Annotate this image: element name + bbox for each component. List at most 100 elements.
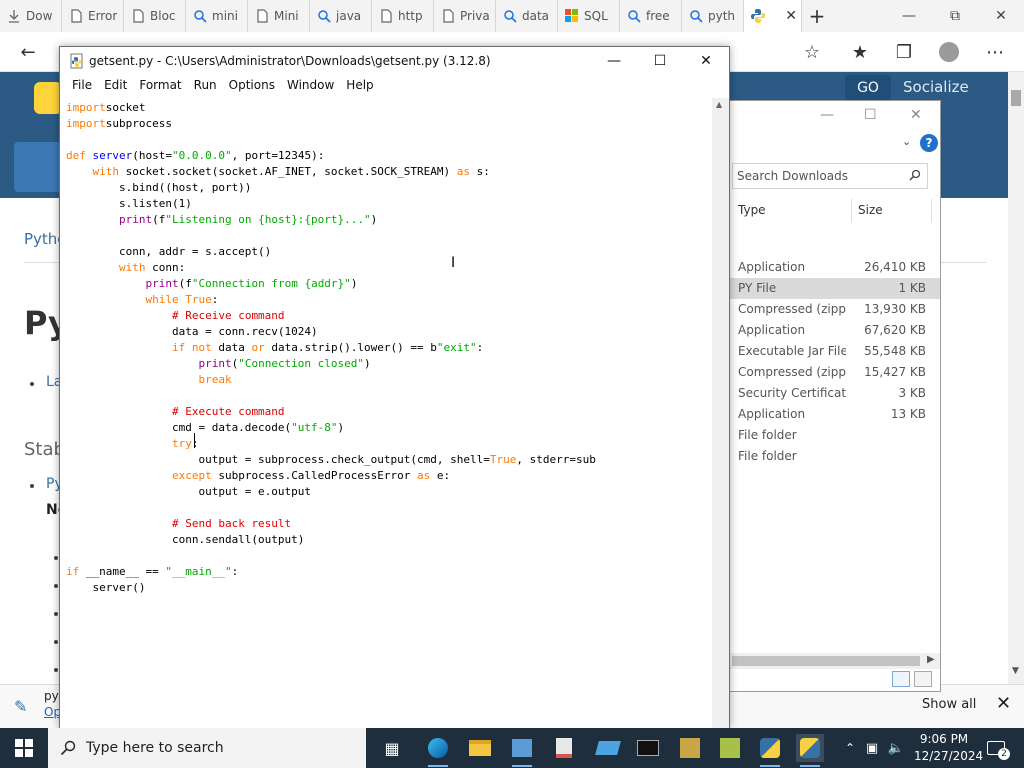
column-type-header[interactable]: Type bbox=[738, 203, 766, 217]
scroll-down-arrow[interactable]: ▼ bbox=[1012, 666, 1019, 676]
horizontal-scrollbar[interactable]: ▶ bbox=[730, 653, 940, 669]
close-window-button[interactable]: ✕ bbox=[978, 0, 1024, 32]
go-button[interactable]: GO bbox=[845, 75, 891, 101]
tab-7[interactable]: Priva bbox=[434, 0, 496, 32]
maximize-button[interactable]: ☐ bbox=[864, 107, 877, 123]
close-window-button[interactable]: ✕ bbox=[691, 51, 721, 71]
details-view-button[interactable] bbox=[892, 671, 910, 687]
menu-run[interactable]: Run bbox=[188, 75, 223, 97]
menu-options[interactable]: Options bbox=[223, 75, 281, 97]
list-item[interactable]: Compressed (zipp... 15,427 KB bbox=[730, 362, 940, 383]
list-item[interactable]: Security Certificate 3 KB bbox=[730, 383, 940, 404]
notification-icon[interactable]: 2 bbox=[982, 734, 1010, 762]
close-window-button[interactable]: ✕ bbox=[910, 107, 922, 123]
tab-2[interactable]: Bloc bbox=[124, 0, 186, 32]
favorites-icon[interactable]: ★ bbox=[846, 38, 874, 66]
remote-desktop-icon[interactable] bbox=[594, 734, 622, 762]
tab-6[interactable]: http bbox=[372, 0, 434, 32]
windows-icon bbox=[15, 739, 33, 757]
code-token: (f bbox=[178, 277, 192, 290]
tab-8[interactable]: data bbox=[496, 0, 558, 32]
code-line: print("Connection closed") bbox=[66, 356, 712, 372]
notification-count: 2 bbox=[998, 748, 1010, 760]
search-icon bbox=[60, 740, 76, 756]
menu-help[interactable]: Help bbox=[340, 75, 379, 97]
java-icon[interactable] bbox=[550, 734, 578, 762]
menu-format[interactable]: Format bbox=[133, 75, 187, 97]
clock-date: 12/27/2024 bbox=[914, 749, 984, 763]
system-clock[interactable]: 9:06 PM 12/27/2024 bbox=[914, 731, 984, 765]
back-arrow-icon[interactable]: ← bbox=[14, 38, 42, 66]
minimize-button[interactable]: — bbox=[599, 51, 629, 71]
star-icon[interactable]: ☆ bbox=[798, 38, 826, 66]
code-editor[interactable]: importsocket importsubprocess def server(h… bbox=[60, 98, 712, 728]
list-item[interactable]: PY File 1 KB bbox=[730, 278, 940, 299]
code-line: def server(host="0.0.0.0", port=12345): bbox=[66, 148, 712, 164]
explorer-window-icon[interactable] bbox=[508, 734, 536, 767]
volume-icon[interactable]: 🔈 bbox=[882, 734, 910, 762]
edge-icon[interactable] bbox=[424, 734, 452, 767]
tab-3[interactable]: mini bbox=[186, 0, 248, 32]
menu-window[interactable]: Window bbox=[281, 75, 340, 97]
minimize-button[interactable]: — bbox=[820, 107, 834, 123]
restore-button[interactable]: ⧉ bbox=[932, 0, 978, 32]
tab-active-python[interactable]: ✕ bbox=[744, 0, 802, 32]
file-size: 13,930 KB bbox=[864, 302, 926, 316]
file-size: 3 KB bbox=[898, 386, 926, 400]
socialize-link[interactable]: Socialize bbox=[903, 78, 969, 96]
list-item[interactable]: File folder bbox=[730, 425, 940, 446]
list-item[interactable]: Application 13 KB bbox=[730, 404, 940, 425]
code-line: if __name__ == "__main__": bbox=[66, 564, 712, 580]
view-toggle bbox=[892, 671, 932, 687]
tab-10[interactable]: free bbox=[620, 0, 682, 32]
close-icon[interactable]: ✕ bbox=[785, 8, 797, 24]
list-item[interactable]: Executable Jar File 55,548 KB bbox=[730, 341, 940, 362]
collections-icon[interactable]: ❐ bbox=[890, 38, 918, 66]
tab-1[interactable]: Error bbox=[62, 0, 124, 32]
new-tab-button[interactable]: + bbox=[802, 1, 832, 31]
maximize-button[interactable]: ☐ bbox=[645, 51, 675, 71]
list-item[interactable]: Compressed (zipp... 13,930 KB bbox=[730, 299, 940, 320]
browser-window-controls: — ⧉ ✕ bbox=[886, 0, 1024, 32]
python-editor-taskbar-icon[interactable] bbox=[796, 734, 824, 767]
file-explorer-icon[interactable] bbox=[466, 734, 494, 762]
tab-5[interactable]: java bbox=[310, 0, 372, 32]
tab-9[interactable]: SQL bbox=[558, 0, 620, 32]
editor-scrollbar[interactable]: ▲ bbox=[712, 98, 729, 728]
list-item[interactable]: File folder bbox=[730, 446, 940, 467]
terminal-icon[interactable] bbox=[634, 734, 662, 762]
menu-file[interactable]: File bbox=[66, 75, 98, 97]
code-token: try bbox=[171, 437, 192, 450]
help-icon[interactable]: ? bbox=[920, 134, 938, 152]
python-idle-icon[interactable] bbox=[756, 734, 784, 767]
large-icons-view-button[interactable] bbox=[914, 671, 932, 687]
archive-icon-2[interactable] bbox=[716, 734, 744, 762]
page-scrollbar[interactable] bbox=[1008, 72, 1024, 684]
taskbar-search-input[interactable]: Type here to search bbox=[48, 728, 366, 768]
more-options-icon[interactable]: ⋯ bbox=[981, 38, 1009, 66]
start-button[interactable] bbox=[0, 728, 48, 768]
chevron-down-icon[interactable]: ⌄ bbox=[902, 135, 911, 148]
close-icon[interactable]: ✕ bbox=[996, 693, 1011, 714]
minimize-button[interactable]: — bbox=[886, 0, 932, 32]
profile-avatar[interactable] bbox=[935, 38, 963, 66]
code-line: conn, addr = s.accept() bbox=[66, 244, 712, 260]
code-token: "utf-8" bbox=[291, 421, 338, 434]
file-type: Executable Jar File bbox=[738, 344, 846, 358]
show-all-button[interactable]: Show all bbox=[922, 697, 976, 712]
menu-edit[interactable]: Edit bbox=[98, 75, 133, 97]
column-size-header[interactable]: Size bbox=[858, 203, 883, 217]
search-icon bbox=[502, 8, 518, 24]
list-item[interactable]: Application 67,620 KB bbox=[730, 320, 940, 341]
code-token: or bbox=[251, 341, 265, 354]
search-input[interactable]: Search Downloads bbox=[732, 163, 928, 189]
file-type: PY File bbox=[738, 281, 777, 295]
tab-0[interactable]: Dow bbox=[0, 0, 62, 32]
archive-icon[interactable] bbox=[676, 734, 704, 762]
task-view-icon[interactable]: ▦ bbox=[378, 734, 406, 762]
tab-4[interactable]: Mini bbox=[248, 0, 310, 32]
code-line: with conn: bbox=[66, 260, 712, 276]
list-item[interactable]: Application 26,410 KB bbox=[730, 257, 940, 278]
tab-11[interactable]: pyth bbox=[682, 0, 744, 32]
